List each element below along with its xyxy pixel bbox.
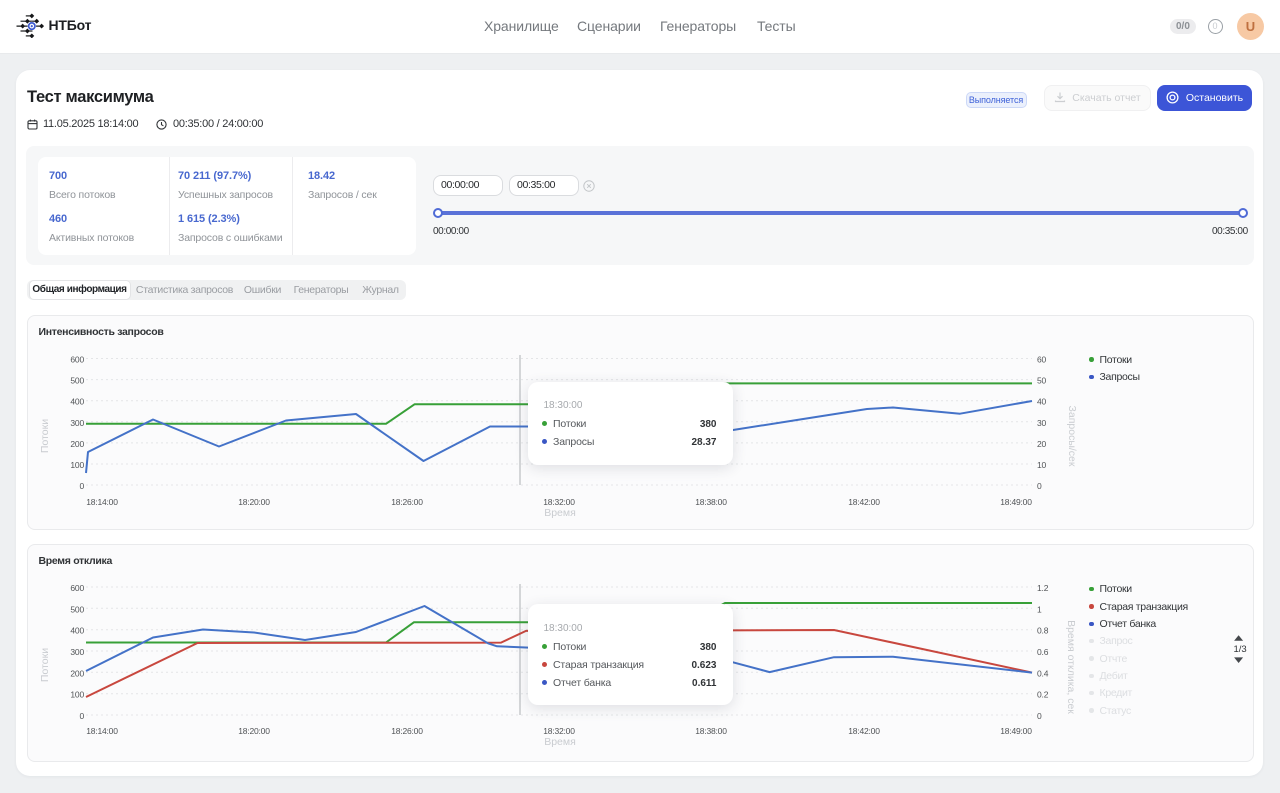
svg-text:0.6: 0.6 [1037, 647, 1049, 657]
svg-text:0.4: 0.4 [1037, 668, 1049, 678]
svg-text:18:38:00: 18:38:00 [695, 497, 727, 507]
svg-text:18:49:00: 18:49:00 [1000, 726, 1032, 736]
svg-text:18:42:00: 18:42:00 [848, 497, 880, 507]
svg-text:1: 1 [1037, 604, 1042, 614]
svg-text:0.2: 0.2 [1037, 690, 1049, 700]
svg-text:10: 10 [1037, 460, 1047, 470]
svg-text:0: 0 [1037, 711, 1042, 721]
svg-text:18:32:00: 18:32:00 [543, 726, 575, 736]
svg-text:18:14:00: 18:14:00 [86, 497, 118, 507]
svg-text:18:20:00: 18:20:00 [238, 497, 270, 507]
svg-text:18:32:00: 18:32:00 [543, 497, 575, 507]
svg-text:40: 40 [1037, 397, 1047, 407]
svg-text:18:26:00: 18:26:00 [391, 726, 423, 736]
svg-text:0: 0 [1037, 481, 1042, 491]
svg-text:100: 100 [70, 690, 84, 700]
svg-text:0: 0 [79, 481, 84, 491]
svg-text:600: 600 [70, 355, 84, 365]
svg-text:500: 500 [70, 376, 84, 386]
svg-text:Время: Время [544, 736, 576, 748]
svg-text:400: 400 [70, 397, 84, 407]
svg-text:18:14:00: 18:14:00 [86, 726, 118, 736]
svg-text:1/3: 1/3 [1234, 644, 1247, 655]
svg-text:18:26:00: 18:26:00 [391, 497, 423, 507]
svg-text:1.2: 1.2 [1037, 583, 1049, 593]
svg-text:100: 100 [70, 460, 84, 470]
svg-text:400: 400 [70, 626, 84, 636]
svg-text:18:20:00: 18:20:00 [238, 726, 270, 736]
svg-text:300: 300 [70, 418, 84, 428]
svg-text:18:42:00: 18:42:00 [848, 726, 880, 736]
svg-text:500: 500 [70, 604, 84, 614]
svg-text:18:38:00: 18:38:00 [695, 726, 727, 736]
svg-text:600: 600 [70, 583, 84, 593]
svg-text:200: 200 [70, 668, 84, 678]
svg-text:0.8: 0.8 [1037, 626, 1049, 636]
svg-text:0: 0 [79, 711, 84, 721]
svg-text:20: 20 [1037, 439, 1047, 449]
svg-text:30: 30 [1037, 418, 1047, 428]
svg-text:200: 200 [70, 439, 84, 449]
svg-text:Время: Время [544, 507, 576, 519]
svg-text:60: 60 [1037, 355, 1047, 365]
svg-text:18:49:00: 18:49:00 [1000, 497, 1032, 507]
svg-text:50: 50 [1037, 376, 1047, 386]
svg-text:300: 300 [70, 647, 84, 657]
